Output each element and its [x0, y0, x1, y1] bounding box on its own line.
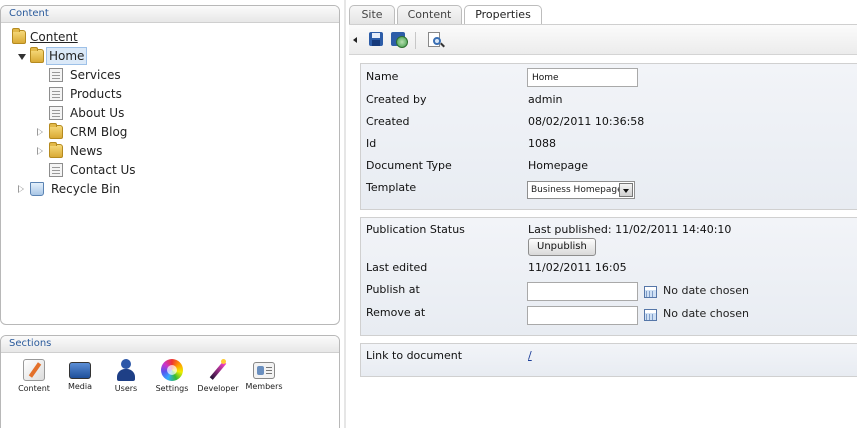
unpublish-button[interactable]: Unpublish: [528, 238, 596, 256]
created-by-value: admin: [528, 93, 563, 106]
color-wheel-icon: [161, 359, 183, 381]
document-type-value: Homepage: [528, 159, 588, 172]
tree-node-products[interactable]: Products: [37, 85, 157, 104]
expand-arrow-icon[interactable]: [18, 185, 26, 194]
tree-node-content-root[interactable]: Content: [1, 28, 121, 47]
sections-panel: Sections Content Media Users Settings De…: [0, 335, 340, 428]
chevron-down-icon[interactable]: [619, 183, 633, 197]
tree-node-news[interactable]: News: [37, 142, 157, 161]
recycle-bin-icon: [30, 182, 44, 196]
remove-at-label: Remove at: [366, 306, 426, 319]
tree-node-about-us[interactable]: About Us: [37, 104, 157, 123]
folder-icon: [49, 142, 63, 158]
section-label: Developer: [197, 384, 239, 393]
sections-panel-title: Sections: [1, 336, 339, 353]
document-properties-section: Name Created by admin Created 08/02/2011…: [360, 63, 857, 210]
section-members[interactable]: Members: [241, 359, 287, 391]
document-icon: [49, 68, 63, 82]
document-icon: [49, 163, 63, 177]
member-card-icon: [253, 362, 275, 379]
section-developer[interactable]: Developer: [195, 359, 241, 393]
tree-node-label[interactable]: About Us: [68, 104, 126, 122]
template-label: Template: [366, 181, 417, 194]
document-icon: [49, 106, 63, 120]
created-by-label: Created by: [366, 93, 427, 106]
pencil-document-icon: [23, 359, 45, 381]
document-type-label: Document Type: [366, 159, 452, 172]
template-select[interactable]: Business Homepage: [527, 181, 635, 199]
tree-node-home[interactable]: Home: [18, 47, 138, 66]
calendar-icon[interactable]: [644, 309, 657, 321]
document-icon: [49, 87, 63, 101]
tree-node-label[interactable]: Products: [68, 85, 124, 103]
tree-node-label[interactable]: Home: [46, 47, 88, 65]
tree-node-crm-blog[interactable]: CRM Blog: [37, 123, 157, 142]
remove-at-input[interactable]: [527, 306, 638, 325]
folder-icon: [30, 47, 44, 63]
tree-node-services[interactable]: Services: [37, 66, 157, 85]
expand-arrow-icon[interactable]: [37, 147, 45, 156]
collapse-arrow-icon[interactable]: [353, 37, 359, 45]
user-icon: [115, 359, 137, 381]
id-label: Id: [366, 137, 377, 150]
section-content[interactable]: Content: [11, 359, 57, 393]
tree-node-label[interactable]: Recycle Bin: [49, 180, 122, 198]
section-label: Users: [114, 384, 138, 393]
magic-wand-icon: [207, 359, 229, 381]
remove-at-value: No date chosen: [663, 307, 749, 320]
tab-site[interactable]: Site: [349, 5, 395, 24]
link-to-document-section: Link to document /: [360, 343, 857, 377]
editor-toolbar: [349, 24, 857, 55]
save-and-publish-icon[interactable]: [391, 31, 409, 49]
tree-node-recycle-bin[interactable]: Recycle Bin: [18, 180, 138, 199]
content-panel-title: Content: [1, 6, 339, 23]
publication-section: Publication Status Last published: 11/02…: [360, 217, 857, 336]
publication-status-value: Last published: 11/02/2011 14:40:10: [528, 223, 732, 236]
tree-node-contact-us[interactable]: Contact Us: [37, 161, 157, 180]
monitor-icon: [69, 362, 91, 379]
expand-arrow-icon[interactable]: [37, 128, 45, 137]
tab-properties[interactable]: Properties: [464, 5, 542, 25]
template-selected-value: Business Homepage: [531, 185, 623, 195]
tree-node-label[interactable]: News: [68, 142, 104, 160]
created-value: 08/02/2011 10:36:58: [528, 115, 645, 128]
publish-at-value: No date chosen: [663, 284, 749, 297]
last-edited-label: Last edited: [366, 261, 428, 274]
link-to-document-label: Link to document: [366, 349, 463, 362]
calendar-icon[interactable]: [644, 286, 657, 298]
created-label: Created: [366, 115, 410, 128]
document-link[interactable]: /: [528, 347, 532, 364]
section-label: Media: [67, 382, 93, 391]
tab-content[interactable]: Content: [397, 5, 462, 24]
section-settings[interactable]: Settings: [149, 359, 195, 393]
publication-status-label: Publication Status: [366, 223, 465, 236]
section-label: Settings: [155, 384, 189, 393]
section-media[interactable]: Media: [57, 359, 103, 391]
id-value: 1088: [528, 137, 556, 150]
toolbar-separator: [415, 32, 416, 49]
section-label: Members: [245, 382, 283, 391]
tree-node-label[interactable]: Contact Us: [68, 161, 138, 179]
name-input[interactable]: [527, 68, 638, 87]
publish-at-input[interactable]: [527, 282, 638, 301]
save-icon[interactable]: [368, 31, 386, 49]
preview-icon[interactable]: [427, 31, 445, 49]
name-label: Name: [366, 70, 399, 83]
folder-icon: [49, 123, 63, 139]
tree-node-label[interactable]: Content: [28, 28, 80, 46]
pane-splitter[interactable]: [344, 0, 346, 428]
section-users[interactable]: Users: [103, 359, 149, 393]
expand-arrow-icon[interactable]: [18, 52, 26, 61]
tree-node-label[interactable]: CRM Blog: [68, 123, 129, 141]
publish-at-label: Publish at: [366, 283, 420, 296]
tree-node-label[interactable]: Services: [68, 66, 123, 84]
folder-icon: [12, 28, 26, 44]
content-tree-panel: Content Content Home Services Products A…: [0, 5, 340, 325]
last-edited-value: 11/02/2011 16:05: [528, 261, 627, 274]
section-label: Content: [18, 384, 50, 393]
